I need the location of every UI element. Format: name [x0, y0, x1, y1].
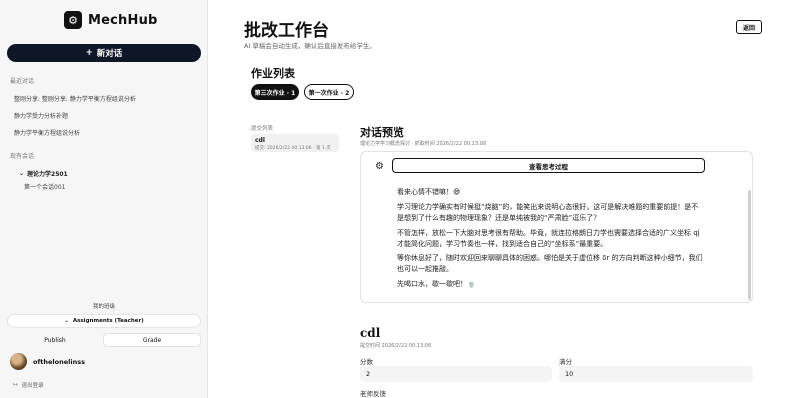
sidebar: ⚙ MechHub + 新对话 最近对话 整刚分享: 整刚分享: 静力学平衡方程… [0, 0, 208, 398]
my-class-label: 我的班级 [92, 304, 115, 310]
assignment-list-title: 作业列表 [251, 67, 295, 80]
brand[interactable]: ⚙ MechHub [64, 11, 158, 29]
tab-assignment-3[interactable]: 第三次作业 · 1 [251, 84, 299, 100]
folder-label: 理论力学2501 [27, 171, 68, 178]
submission-student: cdl [255, 137, 265, 144]
logout-icon: ↦ [13, 382, 18, 388]
avatar [10, 353, 27, 370]
grade-tab[interactable]: Grade [103, 333, 201, 347]
new-chat-button[interactable]: + 新对话 [7, 44, 201, 62]
teacher-feedback-label: 老师反馈 [360, 390, 386, 398]
grading-submit-time: 提交时间 2026/2/22 00:13:06 [360, 343, 432, 349]
full-score-input[interactable]: 10 [559, 366, 753, 382]
chat-message: 看来心情不错嘛！😄 [397, 188, 461, 196]
grading-student-name: cdl [360, 326, 381, 340]
recent-label: 最近对话 [10, 78, 35, 85]
new-chat-label: 新对话 [96, 49, 123, 59]
score-input[interactable]: 2 [360, 366, 552, 382]
view-thinking-button[interactable]: 查看思考过程 [392, 158, 705, 173]
submission-item[interactable]: cdl 提交: 2026/2/22 00:13:06 · 第 1 次 [251, 134, 339, 152]
submission-list-label: 提交列表 [251, 126, 274, 132]
folder-item[interactable]: ⌄ 理论力学2501 [19, 169, 68, 178]
chevron-down-icon: ⌄ [19, 170, 25, 177]
score-label: 分数 [360, 358, 373, 366]
gear-icon: ⚙ [375, 161, 384, 172]
chevron-down-icon: ⌄ [64, 318, 69, 324]
submission-meta: 提交: 2026/2/22 00:13:06 · 第 1 次 [255, 146, 331, 151]
publish-tab[interactable]: Publish [7, 333, 103, 347]
existing-label: 现有会话 [10, 153, 35, 160]
chat-message: 不管怎样，放松一下大脑对思考很有帮助。毕竟，就连拉格朗日力学也需要选择合适的广义… [397, 229, 700, 248]
logout-button[interactable]: ↦ 退出登录 [13, 381, 44, 389]
user-profile[interactable]: ofthelonelinss [10, 353, 85, 370]
preview-title: 对话预览 [360, 126, 404, 139]
page-title: 批改工作台 [244, 21, 329, 41]
brand-name: MechHub [88, 12, 158, 28]
full-score-label: 满分 [559, 358, 572, 366]
publish-grade-switch: Publish Grade [7, 333, 201, 347]
gear-logo-icon: ⚙ [64, 11, 82, 29]
tab-assignment-1[interactable]: 第一次作业 · 2 [304, 84, 354, 100]
chat-preview[interactable]: ⚙ 查看思考过程 看来心情不错嘛！😄 学习理论力学确实有时候挺“烧脑”的，能笑出… [360, 151, 753, 303]
recent-item[interactable]: 静力学受力分析补题 [14, 111, 68, 120]
recent-item[interactable]: 静力学平衡方程组说分析 [14, 128, 80, 137]
folder-child-item[interactable]: 第一个会话001 [24, 182, 65, 191]
logout-label: 退出登录 [21, 383, 44, 389]
assignments-dropdown[interactable]: ⌄ Assignments (Teacher) [7, 314, 201, 328]
user-name: ofthelonelinss [33, 357, 85, 366]
back-button[interactable]: 返回 [736, 20, 762, 34]
page-subtitle: AI 草稿会自动生成，确认后直接发布给学生。 [244, 42, 376, 50]
recent-item[interactable]: 整刚分享: 整刚分享: 静力学平衡方程组说分析 [14, 94, 136, 103]
assignments-label: Assignments (Teacher) [72, 318, 144, 324]
chat-message: 学习理论力学确实有时候挺“烧脑”的，能笑出来说明心态很好，这可是解决难题的重要前… [397, 203, 699, 222]
preview-meta: 理论力学学习概念探讨 · 抓取时间 2026/2/22 00:13:08 [360, 141, 487, 147]
chat-message: 先喝口水，歇一歇吧！🍵 [397, 280, 476, 288]
scrollbar[interactable] [748, 190, 751, 300]
chat-message: 等你休息好了，随时欢迎回来聊聊具体的困惑。哪怕是关于虚位移 δr 的方向判断这种… [397, 254, 703, 273]
plus-icon: + [85, 48, 93, 58]
